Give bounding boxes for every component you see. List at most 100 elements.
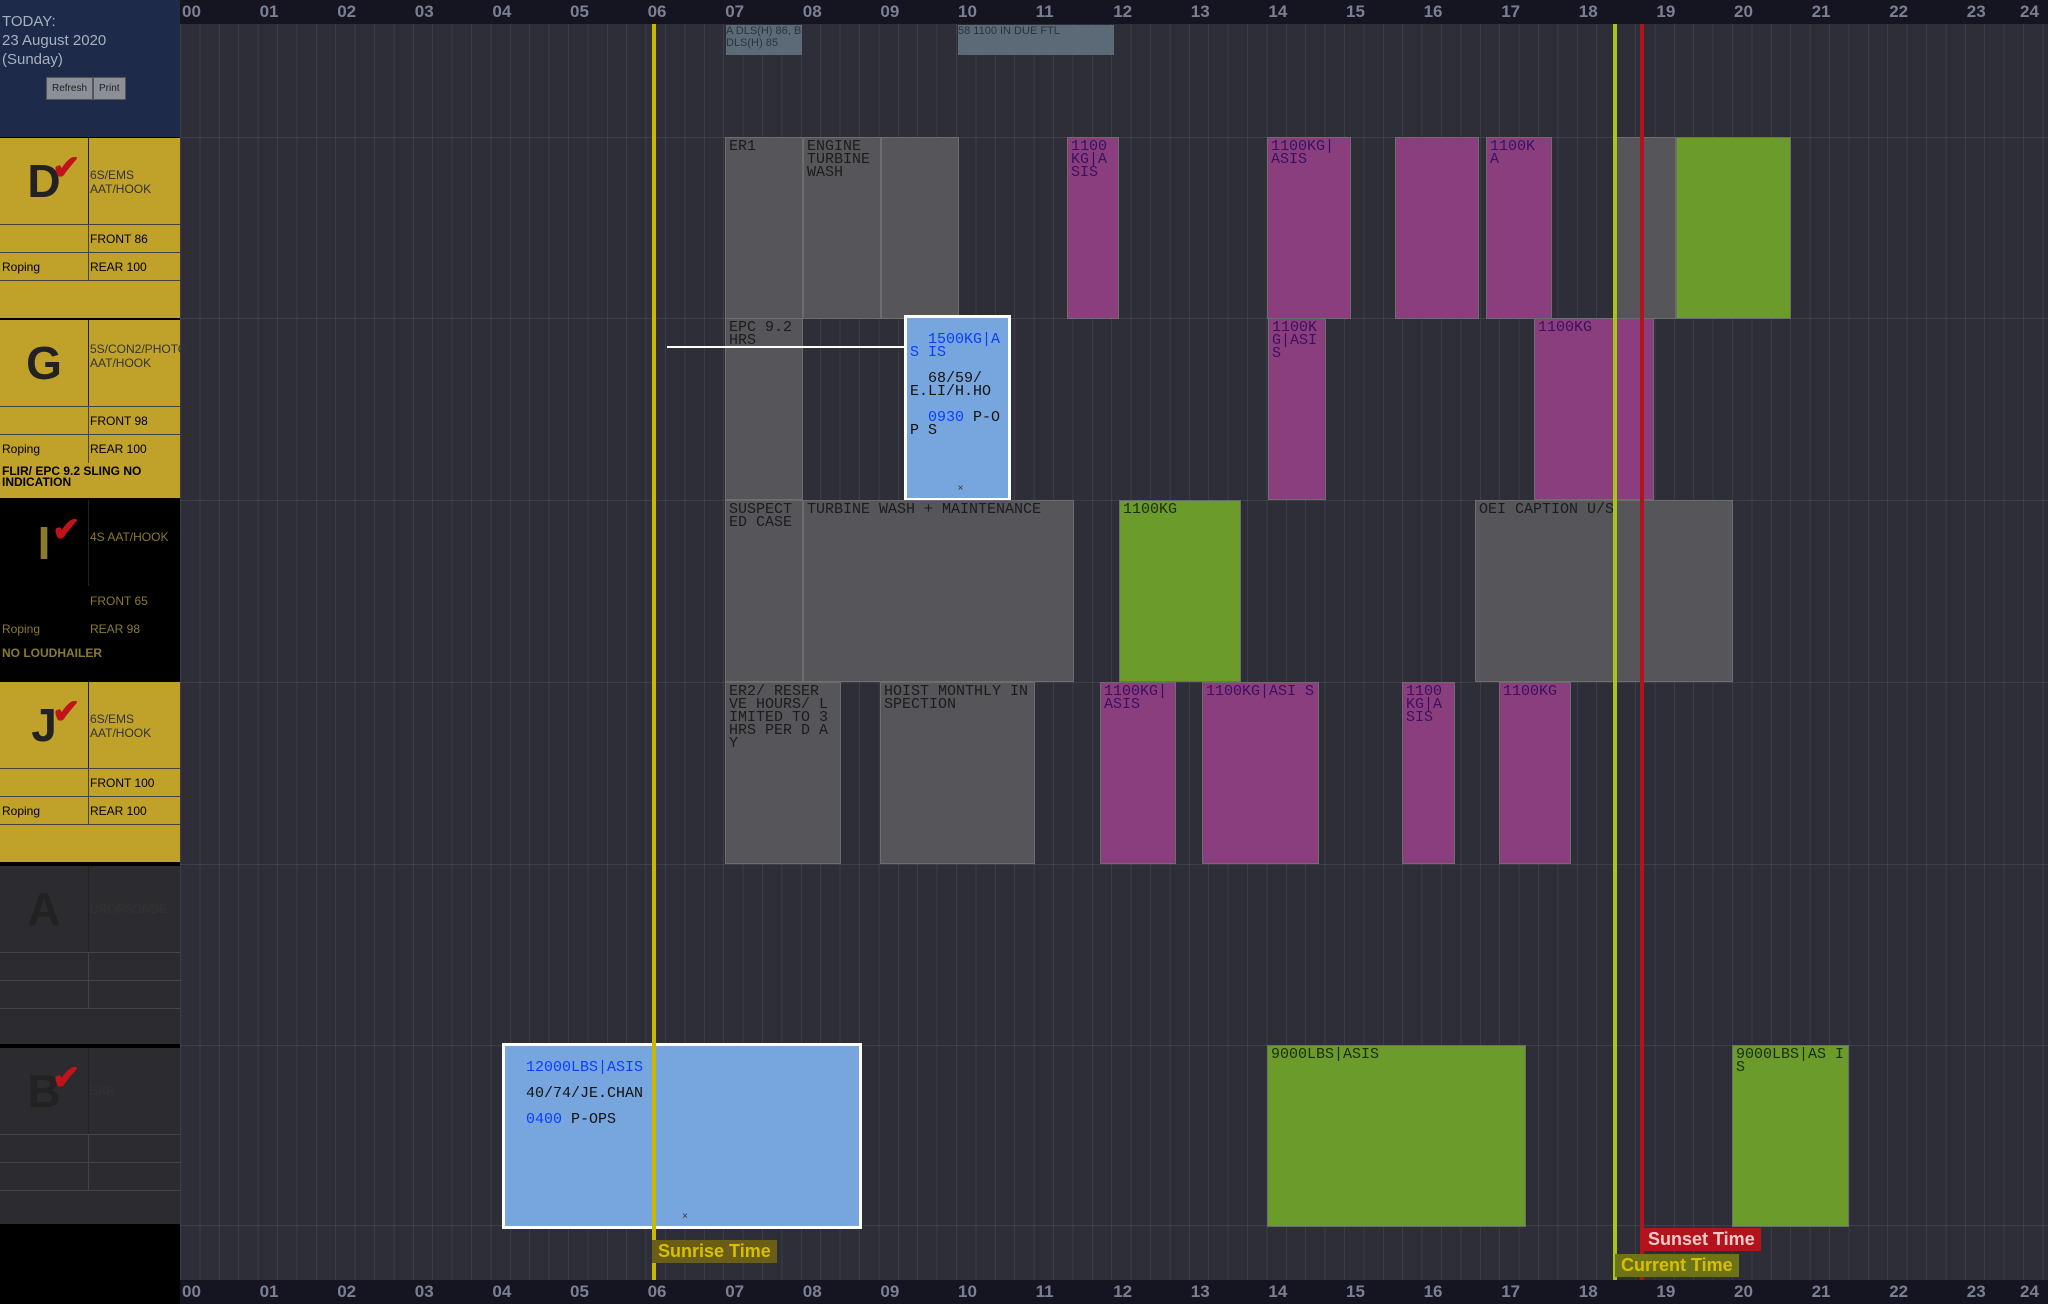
task-block[interactable]: ER1 xyxy=(725,137,803,319)
hour-label: 15 xyxy=(1346,1282,1365,1301)
hour-label: 21 xyxy=(1811,1282,1831,1301)
today-day: (Sunday) xyxy=(2,51,63,68)
hour-label: 10 xyxy=(958,1282,977,1301)
hour-label: 05 xyxy=(570,2,589,21)
hour-label: 07 xyxy=(725,2,745,21)
blank-row xyxy=(0,824,180,853)
selected-task-block[interactable]: 12000LBS|ASIS 40/74/JE.CHAN 0400 P-OPS × xyxy=(502,1043,862,1229)
task-block[interactable]: 1100K G|ASI S xyxy=(1268,318,1326,500)
task-block[interactable] xyxy=(881,137,959,319)
aircraft-letter: G xyxy=(0,320,89,406)
task-block[interactable] xyxy=(1676,137,1791,319)
block-time: 0400 xyxy=(526,1111,563,1128)
checkmark-icon: ✔ xyxy=(52,149,81,187)
roping-label: Roping xyxy=(2,622,41,636)
hour-label: 22 xyxy=(1889,2,1909,21)
task-block[interactable]: 9000LBS|AS IS xyxy=(1732,1045,1849,1227)
front-value: FRONT 65 xyxy=(90,594,148,608)
blank-row xyxy=(0,1190,180,1219)
task-block[interactable]: 1100KG| ASIS xyxy=(1267,137,1351,319)
selected-task-block[interactable]: 1500KG|AS IS 68/59/ E.LI/H.HO 0930 P-OP … xyxy=(904,315,1011,501)
task-block[interactable]: 1100KG xyxy=(1534,318,1654,500)
top-note-2[interactable]: 58 1100 IN DUE FTL xyxy=(958,25,1114,55)
task-block[interactable]: 1100KG xyxy=(1499,682,1571,864)
sunset-label: Sunset Time xyxy=(1642,1228,1761,1251)
hour-label: 23 xyxy=(1966,1282,1986,1301)
block-line: 12000LBS|ASIS xyxy=(526,1059,644,1076)
hour-label: 02 xyxy=(337,2,357,21)
front-row: FRONT 86 xyxy=(0,224,180,253)
task-block[interactable]: 9000LBS|ASIS xyxy=(1267,1045,1526,1227)
hour-label: 08 xyxy=(802,1282,822,1301)
checkmark-icon: ✔ xyxy=(52,511,81,549)
row-divider xyxy=(180,864,2048,865)
hour-label: 13 xyxy=(1190,2,1210,21)
block-line: 68/59/ E.LI/H.HO xyxy=(910,370,992,400)
aircraft-i[interactable]: I ✔ 4S AAT/HOOK FRONT 65 Roping REAR 98 N… xyxy=(0,500,180,680)
task-block[interactable]: 1100 KG|A SIS xyxy=(1067,137,1119,319)
front-row: FRONT 98 xyxy=(0,406,180,435)
top-note-1[interactable]: A DLS(H) 86, B DLS(H) 85 xyxy=(726,25,802,55)
aircraft-type: 4S AAT/HOOK xyxy=(90,530,169,544)
hour-label: 19 xyxy=(1656,2,1676,21)
aircraft-type: 6S/EMS AAT/HOOK xyxy=(90,168,152,196)
blank-row xyxy=(0,280,180,309)
blank-row xyxy=(0,1134,180,1163)
front-row: FRONT 65 xyxy=(0,586,180,615)
block-line: 40/74/JE.CHAN xyxy=(526,1085,644,1102)
hour-label: 15 xyxy=(1346,2,1365,21)
blank-row xyxy=(0,1162,180,1191)
rear-row: Roping REAR 100 xyxy=(0,434,180,463)
hour-label: 09 xyxy=(880,2,900,21)
hour-label: 00 xyxy=(182,1282,201,1301)
aircraft-d[interactable]: D ✔ 6S/EMS AAT/HOOK FRONT 86 Roping REAR … xyxy=(0,138,180,318)
task-block[interactable]: HOIST MONTHLY INSPECTION xyxy=(880,682,1035,864)
task-block[interactable]: 1100KG|ASI S xyxy=(1202,682,1319,864)
hour-label: 06 xyxy=(647,1282,667,1301)
aircraft-b[interactable]: B ✔ SAR xyxy=(0,1046,180,1224)
current-time-label: Current Time xyxy=(1615,1254,1739,1277)
roping-label: Roping xyxy=(2,442,41,456)
task-block[interactable]: 1100KG| ASIS xyxy=(1100,682,1176,864)
aircraft-a[interactable]: A DROPSONDE xyxy=(0,864,180,1044)
aircraft-j[interactable]: J ✔ 6S/EMS AAT/HOOK FRONT 100 Roping REAR… xyxy=(0,682,180,862)
task-block[interactable]: OEI CAPTION U/S xyxy=(1475,500,1733,682)
checkmark-icon: ✔ xyxy=(52,693,81,731)
task-block[interactable]: ER2/ RESER VE HOURS/ LIMITED TO 3HRS PER… xyxy=(725,682,841,864)
hour-label: 01 xyxy=(259,1282,279,1301)
task-block[interactable]: SUSPECT ED CASE xyxy=(725,500,803,682)
sunset-line xyxy=(1640,24,1644,1280)
hour-label: 21 xyxy=(1811,2,1831,21)
refresh-button[interactable]: Refresh xyxy=(46,77,94,100)
blank-row xyxy=(0,1008,180,1037)
close-icon[interactable]: × xyxy=(958,483,964,496)
hour-label: 04 xyxy=(492,2,512,21)
link-line xyxy=(667,346,905,348)
rear-value: REAR 98 xyxy=(90,622,141,636)
hour-label: 18 xyxy=(1578,2,1598,21)
rear-row: Roping REAR 100 xyxy=(0,252,180,281)
print-button[interactable]: Print xyxy=(93,77,126,100)
hour-label: 17 xyxy=(1501,1282,1521,1301)
hour-label: 01 xyxy=(259,2,279,21)
task-block[interactable] xyxy=(1616,137,1676,319)
task-block[interactable] xyxy=(1395,137,1479,319)
rear-row: Roping REAR 100 xyxy=(0,796,180,825)
task-block[interactable]: 1100K A xyxy=(1486,137,1552,319)
task-block[interactable]: ENGINE TURBINE WASH xyxy=(803,137,881,319)
front-value: FRONT 86 xyxy=(90,232,148,246)
aircraft-g[interactable]: G 5S/CON2/PHOTO AAT/HOOK FRONT 98 Roping… xyxy=(0,320,187,498)
hour-label: 06 xyxy=(647,2,667,21)
task-block[interactable]: 1100KG xyxy=(1119,500,1241,682)
hour-label: 02 xyxy=(337,1282,357,1301)
task-block[interactable]: TURBINE WASH + MAINTENANCE xyxy=(803,500,1074,682)
hour-label: 13 xyxy=(1190,1282,1210,1301)
close-icon[interactable]: × xyxy=(682,1211,688,1224)
hour-label: 11 xyxy=(1035,1282,1054,1301)
hour-header-bottom: 00 01 02 03 04 05 06 07 08 09 10 11 12 13 14 15 16 17 18 19… xyxy=(180,1280,2048,1304)
block-line: P-OPS xyxy=(571,1111,617,1128)
hour-label: 09 xyxy=(880,1282,900,1301)
task-block[interactable]: 1100 KG|A SIS xyxy=(1402,682,1455,864)
hour-label: 00 xyxy=(182,2,201,21)
rear-value: REAR 100 xyxy=(90,442,147,456)
